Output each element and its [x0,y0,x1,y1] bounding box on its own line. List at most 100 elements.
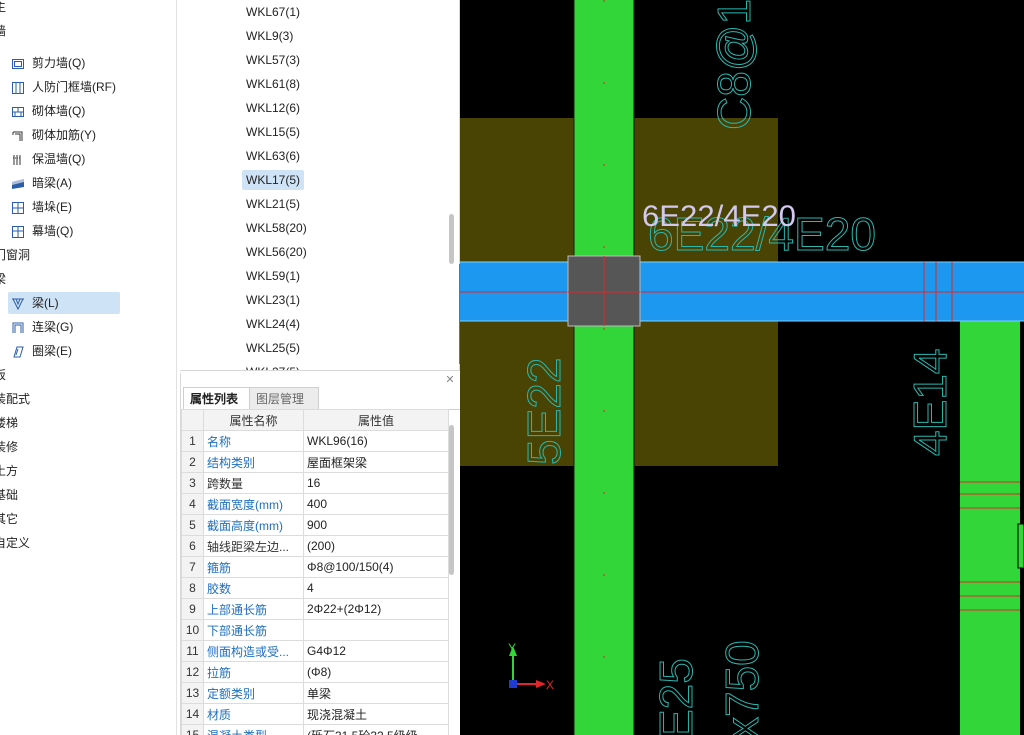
property-row[interactable]: 9 上部通长筋 2Φ22+(2Φ12) [181,598,449,620]
tree-item-wall-1[interactable]: 人防门框墙(RF) [8,76,120,98]
property-name: 截面宽度(mm) [203,493,304,515]
tree-item-wall-6[interactable]: 墙垛(E) [8,196,120,218]
property-value[interactable]: 400 [303,493,449,515]
property-row[interactable]: 2 结构类别 屋面框架梁 [181,451,449,473]
tree-item-wall-7[interactable]: 幕墙(Q) [8,220,120,242]
tree-item-wall-2[interactable]: 砌体墙(Q) [8,100,120,122]
column-size-annotation: x750 [716,640,768,735]
wall-pier-icon [10,200,26,216]
property-row-index: 13 [181,682,204,704]
property-value[interactable]: (砾石31.5砼32.5级级 [303,724,449,735]
tree-group-top-0[interactable]: 主 [0,0,6,18]
component-list-item[interactable]: WKL24(4) [242,314,304,334]
property-name: 结构类别 [203,451,304,473]
property-value[interactable]: 现浇混凝土 [303,703,449,725]
property-scrollbar[interactable] [449,425,454,575]
component-list-item[interactable]: WKL15(5) [242,122,304,142]
tree-item-beam-1[interactable]: 连梁(G) [8,316,120,338]
property-value[interactable]: Φ8@100/150(4) [303,556,449,578]
property-row[interactable]: 1 名称 WKL96(16) [181,430,449,452]
property-row-index: 1 [181,430,204,452]
component-list-item[interactable]: WKL27(5) [242,362,304,370]
property-row-index: 14 [181,703,204,725]
property-name: 轴线距梁左边... [203,535,304,557]
property-value[interactable]: 屋面框架梁 [303,451,449,473]
tree-group-beam[interactable]: 梁 [0,268,6,290]
close-icon[interactable]: ✕ [444,374,456,386]
property-row-index: 3 [181,472,204,494]
property-row[interactable]: 15混凝土类型(砾石31.5砼32.5级级 [181,724,449,735]
tree-group-label: 自定义 [0,536,31,550]
property-row[interactable]: 13 定额类别 单梁 [181,682,449,704]
property-value[interactable]: 2Φ22+(2Φ12) [303,598,449,620]
property-value[interactable]: 单梁 [303,682,449,704]
property-row-index: 4 [181,493,204,515]
property-row[interactable]: 14 材质 现浇混凝土 [181,703,449,725]
property-row[interactable]: 7 箍筋 Φ8@100/150(4) [181,556,449,578]
tree-item-wall-3[interactable]: 砌体加筋(Y) [8,124,120,146]
component-list-scrollbar[interactable] [449,214,454,264]
property-value[interactable]: WKL96(16) [303,430,449,452]
tree-group-label: 梁 [0,272,7,286]
tree-group-bottom-4[interactable]: 土方 [0,460,18,482]
component-list-item[interactable]: WKL67(1) [242,2,304,22]
beam-rebar-label[interactable]: 6E22/4E20 [642,200,796,233]
tree-group-bottom-2[interactable]: 楼梯 [0,412,18,434]
tree-item-beam-2[interactable]: 圈梁(E) [8,340,120,362]
component-list-item[interactable]: WKL17(5) [242,170,305,190]
tree-group-top-1[interactable]: 墙 [0,20,6,42]
property-row[interactable]: 6 轴线距梁左边... (200) [181,535,449,557]
tree-divider [176,0,177,735]
tree-group-bottom-1[interactable]: 装配式 [0,388,30,410]
component-list-item[interactable]: WKL23(1) [242,290,304,310]
tree-group-bottom-6[interactable]: 其它 [0,508,18,530]
component-list-item[interactable]: WKL58(20) [242,218,311,238]
component-list-item[interactable]: WKL57(3) [242,50,304,70]
ucs-axis-icon: Y X [508,641,554,692]
property-row[interactable]: 10 下部通长筋 [181,619,449,641]
property-row[interactable]: 5 截面高度(mm) 900 [181,514,449,536]
column-left-upper[interactable] [574,0,634,264]
tree-group-bottom-3[interactable]: 装修 [0,436,18,458]
tab-property-list[interactable]: 属性列表 [183,387,253,411]
property-row[interactable]: 3 跨数量 16 [181,472,449,494]
component-list-item[interactable]: WKL21(5) [242,194,304,214]
component-list-item[interactable]: WKL56(20) [242,242,311,262]
tree-group-bottom-7[interactable]: 自定义 [0,532,30,554]
component-list-item[interactable]: WKL12(6) [242,98,304,118]
property-row[interactable]: 4 截面宽度(mm) 400 [181,493,449,515]
property-value[interactable]: (200) [303,535,449,557]
property-row[interactable]: 8 胶数 4 [181,577,449,599]
tab-layer-management[interactable]: 图层管理 [249,387,319,411]
masonry-rebar-icon [10,128,26,144]
property-row-index: 8 [181,577,204,599]
component-list-item[interactable]: WKL61(8) [242,74,304,94]
tree-group-label: 其它 [0,512,19,526]
property-value[interactable]: G4Φ12 [303,640,449,662]
tree-group-bottom-0[interactable]: 板 [0,364,6,386]
component-list-item[interactable]: WKL9(3) [242,26,297,46]
tree-item-beam-0[interactable]: 梁(L) [8,292,120,314]
property-value[interactable]: 4 [303,577,449,599]
property-panel: ✕ 属性列表 图层管理 属性名称 属性值 1 名称 WKL96(16) 2 结构类别 屋面… [180,373,461,735]
header-property-value: 属性值 [303,409,449,431]
property-value[interactable]: (Φ8) [303,661,449,683]
property-name: 混凝土类型 [203,724,304,735]
component-list[interactable]: WKL67(1) WKL9(3) WKL57(3) WKL61(8) WKL12(6) W… [180,0,460,371]
tree-group-opening[interactable]: 门窗洞 [0,244,30,266]
property-value[interactable]: 900 [303,514,449,536]
property-row[interactable]: 12 拉筋 (Φ8) [181,661,449,683]
tree-item-wall-4[interactable]: 保温墙(Q) [8,148,120,170]
column-left-lower[interactable] [574,320,634,735]
column-right[interactable] [960,320,1020,735]
cad-viewport[interactable]: C8@100 5E22 4E14 x750 E25 6E22/4E20 6E22… [460,0,1024,735]
component-list-item[interactable]: WKL63(6) [242,146,304,166]
tree-group-bottom-5[interactable]: 基础 [0,484,18,506]
property-row[interactable]: 11 侧面构造或受... G4Φ12 [181,640,449,662]
tree-item-wall-5[interactable]: 暗梁(A) [8,172,120,194]
tree-item-wall-0[interactable]: 剪力墙(Q) [8,52,120,74]
component-list-item[interactable]: WKL59(1) [242,266,304,286]
property-value[interactable]: 16 [303,472,449,494]
property-value[interactable] [303,619,449,641]
component-list-item[interactable]: WKL25(5) [242,338,304,358]
